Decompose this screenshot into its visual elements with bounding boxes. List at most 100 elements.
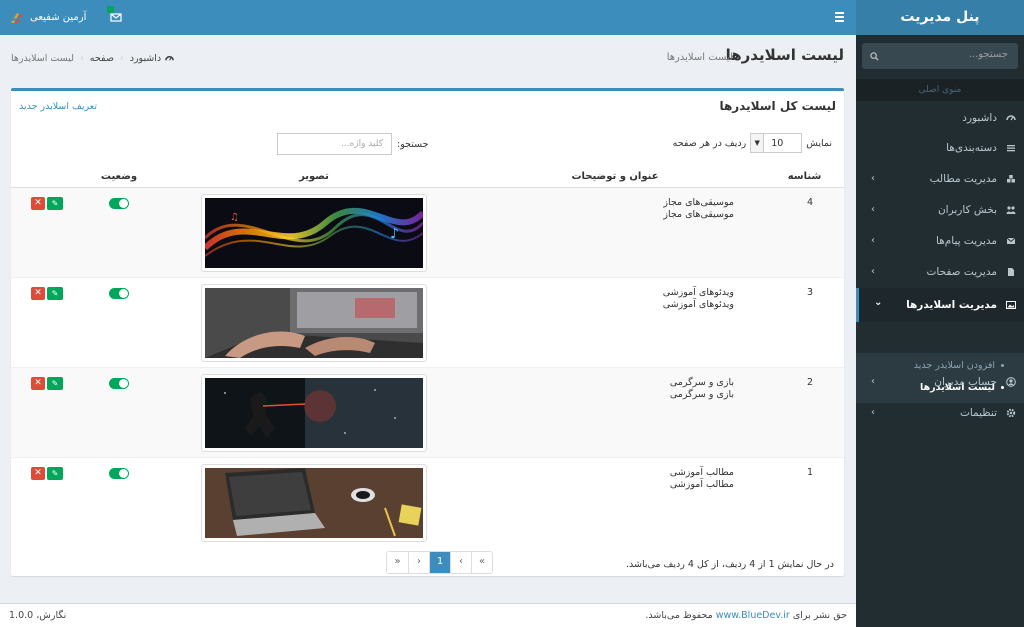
- slider-title: بازی و سرگرمی: [669, 376, 734, 388]
- sidebar-item-label: تنظیمات: [959, 407, 997, 419]
- sidebar-item-admins[interactable]: حساب مدیران ‹: [856, 367, 1024, 397]
- file-icon: [1006, 267, 1016, 277]
- footer: حق نشر برای www.BlueDev.ir محفوظ می‌باشد…: [0, 603, 856, 627]
- slider-thumbnail: ♪ ♫: [201, 193, 427, 272]
- breadcrumb-label: داشبورد: [129, 53, 162, 64]
- sidebar-search-placeholder: جستجو...: [968, 49, 1008, 60]
- chevron-down-icon: ▼: [751, 134, 765, 152]
- sidebar-search-input[interactable]: جستجو...: [862, 43, 1018, 69]
- chevron-down-icon: ⌄: [874, 297, 883, 308]
- breadcrumb-separator: ›: [79, 53, 84, 64]
- slider-description: موسیقی‌های مجاز: [663, 208, 734, 220]
- table-search-input[interactable]: کلید واژه...: [277, 133, 392, 155]
- search-label: جستجو:: [397, 138, 429, 150]
- status-toggle[interactable]: [109, 377, 129, 389]
- edit-button[interactable]: ✎: [47, 196, 63, 210]
- page-length-value: 10: [771, 138, 784, 149]
- slider-id: 4: [765, 186, 844, 277]
- sidebar-item-label: مدیریت صفحات: [926, 266, 997, 278]
- table-row: ✕ ✎: [11, 276, 844, 367]
- header-image[interactable]: تصویر: [163, 166, 465, 188]
- sidebar-item-label: دسته‌بندی‌ها: [946, 142, 997, 154]
- sidebar-item-label: مدیریت اسلایدرها: [906, 299, 997, 311]
- sidebar-item-settings[interactable]: تنظیمات ‹: [856, 398, 1024, 428]
- header-title[interactable]: عنوان و توضیحات: [465, 166, 765, 188]
- pager-last-button[interactable]: »: [387, 552, 408, 573]
- menu-toggle-icon[interactable]: [835, 10, 846, 25]
- copyright-pre: حق نشر برای: [792, 610, 847, 621]
- pager-next-button[interactable]: ›: [408, 552, 429, 573]
- user-logo-icon: [10, 11, 24, 25]
- breadcrumb-item-page[interactable]: صفحه: [90, 53, 114, 64]
- sidebar-item-pages[interactable]: مدیریت صفحات ‹: [856, 257, 1024, 287]
- svg-text:♪: ♪: [390, 226, 399, 242]
- slider-list-box: لیست کل اسلایدرها تعریف اسلایدر جدید نما…: [11, 88, 844, 576]
- table-search-control: جستجو: کلید واژه...: [277, 133, 428, 155]
- table-header-row: وضعیت تصویر عنوان و توضیحات شناسه: [11, 166, 844, 188]
- header-id[interactable]: شناسه: [765, 166, 844, 188]
- user-menu[interactable]: آرمین شفیعی: [10, 0, 86, 35]
- slider-title: ویدئوهای آموزشی: [662, 286, 734, 298]
- game-soldier-image: [205, 377, 423, 448]
- top-navbar: آرمین شفیعی: [0, 0, 856, 35]
- slider-thumbnail: [201, 283, 427, 362]
- edit-button[interactable]: ✎: [47, 376, 63, 390]
- length-label-post: ردیف در هر صفحه: [672, 137, 747, 149]
- breadcrumb: داشبورد › صفحه › لیست اسلایدرها: [11, 53, 175, 64]
- chevron-left-icon: ‹: [871, 407, 875, 418]
- sidebar-item-messages[interactable]: مدیریت پیام‌ها ‹: [856, 226, 1024, 256]
- table-row: ✕ ✎: [11, 186, 844, 277]
- users-icon: [1006, 205, 1016, 215]
- status-toggle[interactable]: [109, 197, 129, 209]
- brand-logo[interactable]: پنل مدیریت: [856, 0, 1024, 35]
- envelope-icon[interactable]: [108, 9, 124, 25]
- list-icon: [1006, 143, 1016, 153]
- pagination: » › 1 ‹ «: [386, 551, 493, 574]
- page-length-select[interactable]: 10 ▼: [750, 133, 803, 153]
- slider-thumbnail: [201, 373, 427, 452]
- sidebar-item-dashboard[interactable]: داشبورد: [856, 103, 1024, 133]
- sidebar-section-header: منوی اصلی: [856, 79, 1024, 101]
- breadcrumb-item-current: لیست اسلایدرها: [11, 53, 74, 64]
- delete-button[interactable]: ✕: [31, 286, 45, 300]
- slider-description: مطالب آموزشی: [669, 478, 734, 490]
- sidebar-item-sliders[interactable]: مدیریت اسلایدرها ⌄: [856, 288, 1024, 322]
- svg-text:♫: ♫: [230, 212, 239, 223]
- version-text: نگارش، 1.0.0: [9, 610, 67, 621]
- sidebar-item-categories[interactable]: دسته‌بندی‌ها: [856, 133, 1024, 163]
- copyright: حق نشر برای www.BlueDev.ir محفوظ می‌باشد…: [645, 610, 847, 621]
- chevron-left-icon: ‹: [871, 235, 875, 246]
- delete-button[interactable]: ✕: [31, 196, 45, 210]
- new-slider-link[interactable]: تعریف اسلایدر جدید: [19, 101, 97, 112]
- gear-icon: [1006, 408, 1016, 418]
- edit-button[interactable]: ✎: [47, 286, 63, 300]
- pager-prev-button[interactable]: ‹: [450, 552, 471, 573]
- sidebar-item-posts[interactable]: مدیریت مطالب ‹: [856, 164, 1024, 194]
- edit-button[interactable]: ✎: [47, 466, 63, 480]
- chevron-left-icon: ‹: [871, 173, 875, 184]
- slider-description: بازی و سرگرمی: [669, 388, 734, 400]
- header-status[interactable]: وضعیت: [75, 166, 163, 188]
- sliders-table: وضعیت تصویر عنوان و توضیحات شناسه ✕ ✎ ♪ …: [11, 166, 844, 547]
- dashboard-icon: [165, 55, 175, 61]
- search-icon[interactable]: [870, 51, 879, 64]
- pager-page-1[interactable]: 1: [429, 552, 450, 573]
- copyright-link[interactable]: www.BlueDev.ir: [716, 610, 790, 621]
- music-waves-image: ♪ ♫: [205, 197, 423, 268]
- chevron-left-icon: ‹: [871, 266, 875, 277]
- delete-button[interactable]: ✕: [31, 376, 45, 390]
- copyright-post: محفوظ می‌باشد.: [645, 610, 713, 621]
- slider-id: 3: [765, 276, 844, 367]
- cubes-icon: [1006, 174, 1016, 184]
- delete-button[interactable]: ✕: [31, 466, 45, 480]
- pager-first-button[interactable]: «: [471, 552, 492, 573]
- slider-title: موسیقی‌های مجاز: [663, 196, 734, 208]
- breadcrumb-item-dashboard[interactable]: داشبورد: [129, 53, 175, 64]
- status-toggle[interactable]: [109, 467, 129, 479]
- desk-laptop-image: [205, 467, 423, 538]
- sidebar-item-users[interactable]: بخش کاربران ‹: [856, 195, 1024, 225]
- status-toggle[interactable]: [109, 287, 129, 299]
- user-name[interactable]: آرمین شفیعی: [30, 12, 86, 23]
- box-title: لیست کل اسلایدرها: [719, 99, 836, 113]
- table-row: ✕ ✎: [11, 456, 844, 547]
